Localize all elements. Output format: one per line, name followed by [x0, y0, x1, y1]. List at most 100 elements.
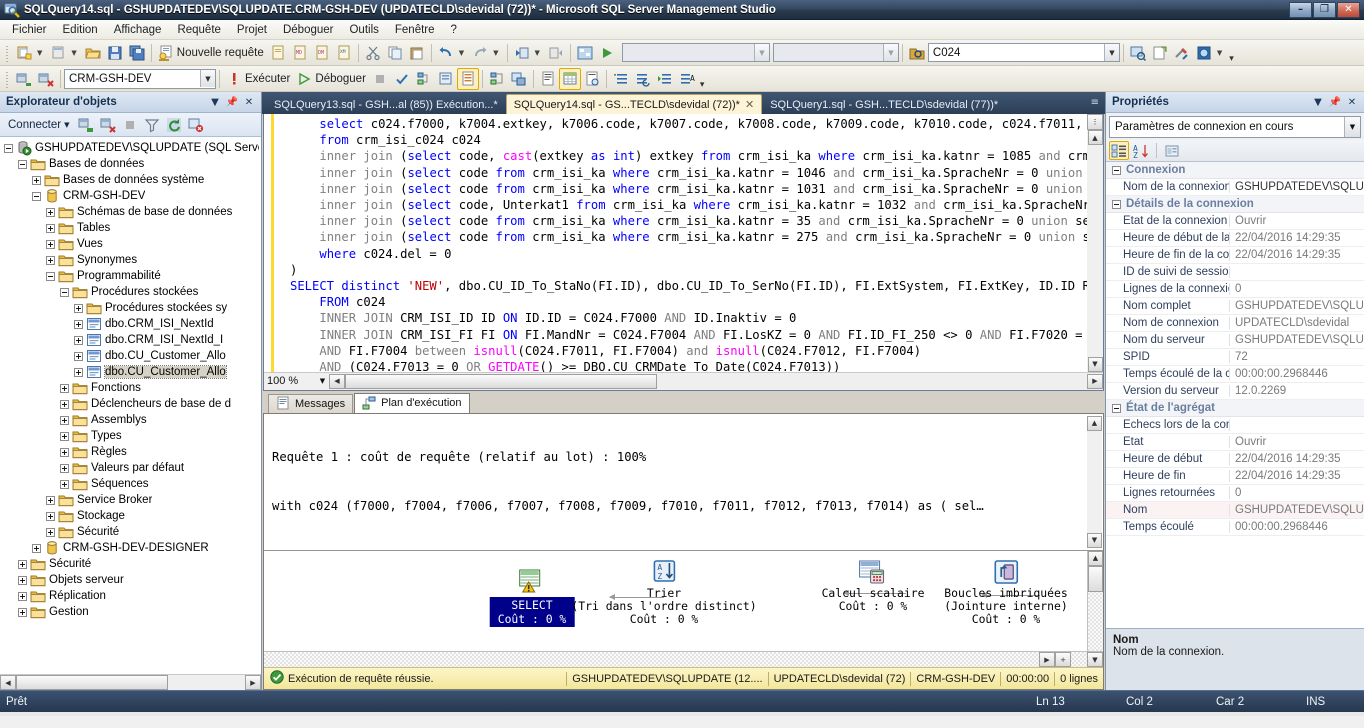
chevron-down-icon[interactable]: ▼ — [753, 44, 769, 61]
tree-node[interactable]: Sécurité — [0, 556, 261, 572]
new-item-button[interactable]: ▼ — [47, 42, 81, 64]
web-browser-button[interactable]: ▼ — [1193, 42, 1227, 64]
tree-node[interactable]: CRM-GSH-DEV — [0, 188, 261, 204]
tree-node[interactable]: Stockage — [0, 508, 261, 524]
property-value[interactable]: 22/04/2016 14:29:35 — [1230, 453, 1364, 465]
plan-vscroll-thumb[interactable] — [1088, 565, 1103, 592]
results-to-file-button[interactable] — [581, 68, 603, 90]
new-db-engine-query-button[interactable] — [267, 42, 289, 64]
oe-stop-button[interactable] — [120, 115, 140, 135]
decrease-indent-button[interactable]: A — [676, 68, 698, 90]
property-row[interactable]: État Ouvrir — [1106, 434, 1364, 451]
tree-node[interactable]: Règles — [0, 444, 261, 460]
sort-node[interactable]: A Z Trier (Tri dans l'ordre distinct) Coût :… — [571, 559, 757, 626]
close-button[interactable]: ✕ — [1337, 1, 1360, 18]
menu-fichier[interactable]: Fichier — [4, 22, 55, 38]
property-value[interactable]: GSHUPDATEDEV\SQLUPDA — [1230, 300, 1364, 312]
editor-tab[interactable]: SQLQuery13.sql - GSH...al (85)) Exécutio… — [266, 94, 506, 114]
redo-button[interactable]: ▼ — [469, 42, 503, 64]
query-options-button[interactable] — [435, 68, 457, 90]
sql-toolbar-overflow-button[interactable]: ▾ — [700, 80, 705, 91]
property-row[interactable]: Heure de début de la 22/04/2016 14:29:35 — [1106, 230, 1364, 247]
property-value[interactable]: GSHUPDATEDEV\SQLUPDA — [1230, 181, 1364, 193]
close-icon[interactable]: ✕ — [242, 95, 256, 109]
property-row[interactable]: Heure de début 22/04/2016 14:29:35 — [1106, 451, 1364, 468]
editor-tab-close-icon[interactable]: ✕ — [745, 98, 754, 111]
expand-plus-icon[interactable] — [74, 367, 83, 377]
tree-node[interactable]: dbo.CRM_ISI_NextId_I — [0, 332, 261, 348]
code-pane[interactable]: select c024.f7000, k7004.extkey, k7006.c… — [264, 114, 1103, 372]
toolbar-overflow-button[interactable]: ▾ — [1229, 54, 1234, 65]
connect-dropdown-button[interactable]: Connecter ▼ — [3, 116, 74, 134]
expand-plus-icon[interactable] — [74, 303, 83, 313]
show-diagram-pane-button[interactable] — [574, 42, 596, 64]
expand-plus-icon[interactable] — [46, 495, 55, 505]
tree-node[interactable]: dbo.CRM_ISI_NextId — [0, 316, 261, 332]
results-to-text-button[interactable] — [537, 68, 559, 90]
property-row[interactable]: Version du serveur 12.0.2269 — [1106, 383, 1364, 400]
tools-button[interactable] — [1171, 42, 1193, 64]
editor-hscroll-right-icon[interactable]: ▶ — [1087, 373, 1103, 389]
copy-button[interactable] — [384, 42, 406, 64]
include-client-statistics-button[interactable] — [508, 68, 530, 90]
code-scroll-down-icon[interactable]: ▼ — [1087, 356, 1103, 372]
toolbar-empty-combo-2[interactable]: ▼ — [772, 43, 899, 62]
include-live-plan-button[interactable] — [486, 68, 508, 90]
undo-button[interactable]: ▼ — [435, 42, 469, 64]
editor-hscroll-track[interactable] — [345, 373, 1087, 389]
plan-scroll-up-icon[interactable]: ▲ — [1088, 550, 1103, 566]
save-all-button[interactable] — [126, 42, 148, 64]
open-object-button[interactable] — [906, 42, 928, 64]
debug-button[interactable]: Déboguer — [293, 68, 369, 90]
split-editor-button[interactable]: ⋮ — [1087, 114, 1103, 130]
scroll-left-icon[interactable]: ◀ — [0, 675, 16, 690]
property-row[interactable]: Lignes retournées 0 — [1106, 485, 1364, 502]
expand-plus-icon[interactable] — [60, 399, 69, 409]
tree-node[interactable]: Bases de données système — [0, 172, 261, 188]
property-value[interactable]: 00:00:00.2968446 — [1230, 521, 1364, 533]
expand-plus-icon[interactable] — [60, 431, 69, 441]
properties-grid[interactable]: Connexion Nom de la connexion GSHUPDATEDEV… — [1106, 162, 1364, 628]
property-row[interactable]: Échecs lors de la conn — [1106, 417, 1364, 434]
sql-toolbar-grip[interactable] — [4, 69, 11, 88]
oe-sync-button[interactable] — [186, 115, 206, 135]
collapse-minus-icon[interactable] — [4, 143, 13, 153]
minimize-button[interactable]: – — [1289, 1, 1312, 18]
object-explorer-hscrollbar[interactable]: ◀ ▶ — [0, 674, 261, 690]
database-selector-combo[interactable]: CRM-GSH-DEV ▼ — [64, 68, 216, 89]
property-value[interactable]: 12.0.2269 — [1230, 385, 1364, 397]
tree-node[interactable]: dbo.CU_Customer_Allo — [0, 348, 261, 364]
property-value[interactable]: 00:00:00.2968446 — [1230, 368, 1364, 380]
tree-node[interactable]: Gestion — [0, 604, 261, 620]
property-value[interactable]: Ouvrir — [1230, 215, 1364, 227]
property-row[interactable]: Lignes de la connexio 0 — [1106, 281, 1364, 298]
tree-node[interactable]: Types — [0, 428, 261, 444]
database-chevron-icon[interactable]: ▼ — [200, 70, 215, 87]
tree-node[interactable]: Synonymes — [0, 252, 261, 268]
menu-affichage[interactable]: Affichage — [106, 22, 170, 38]
web-browser-dropdown-icon[interactable]: ▼ — [1215, 49, 1224, 57]
collapse-minus-icon[interactable] — [46, 271, 55, 281]
paste-button[interactable] — [406, 42, 428, 64]
oe-refresh-button[interactable] — [164, 115, 184, 135]
property-value[interactable]: 0 — [1230, 283, 1364, 295]
tree-node[interactable]: Objets serveur — [0, 572, 261, 588]
property-value[interactable]: GSHUPDATEDEV\SQLUPDA — [1230, 334, 1364, 346]
expand-plus-icon[interactable] — [18, 559, 27, 569]
alphabetical-view-button[interactable]: AZ — [1131, 141, 1151, 160]
oe-disconnect-object-button[interactable] — [98, 115, 118, 135]
menu-fenetre[interactable]: Fenêtre — [387, 22, 443, 38]
menu-projet[interactable]: Projet — [229, 22, 275, 38]
editor-tab[interactable]: SQLQuery14.sql - GS...TECLD\sdevidal (72… — [505, 94, 763, 114]
editor-hscroll-thumb[interactable] — [345, 373, 657, 389]
expand-plus-icon[interactable] — [60, 463, 69, 473]
expand-plus-icon[interactable] — [32, 543, 41, 553]
property-row[interactable]: ID de suivi de session — [1106, 264, 1364, 281]
hscroll-track[interactable] — [16, 675, 245, 690]
tree-node[interactable]: GSHUPDATEDEV\SQLUPDATE (SQL Server — [0, 140, 261, 156]
uncomment-lines-button[interactable] — [632, 68, 654, 90]
property-row[interactable]: Nom completGSHUPDATEDEV\SQLUPDA — [1106, 298, 1364, 315]
plan-header-scroll-up-icon[interactable]: ▲ — [1087, 415, 1102, 431]
code-vscroll-track[interactable] — [1087, 145, 1103, 357]
property-row[interactable]: SPID 72 — [1106, 349, 1364, 366]
